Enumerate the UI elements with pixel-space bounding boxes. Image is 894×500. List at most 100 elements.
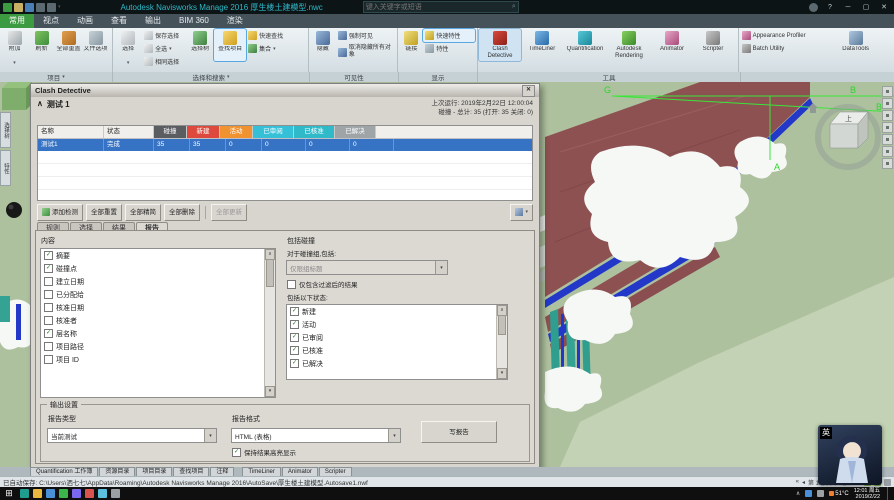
properties-button[interactable]: 特性 [423,42,475,55]
sets-button[interactable]: 集合 ▾ [246,42,294,55]
checkbox[interactable] [44,277,53,286]
list-item[interactable]: 项目路径 [41,340,265,353]
animator-button[interactable]: Animator [651,29,693,61]
keep-highlight-checkbox-row[interactable]: ✓ 保持结果高亮显示 [232,447,401,457]
write-report-button[interactable]: 写报告 [421,421,497,443]
col-header-clashes[interactable]: 碰撞 [154,126,187,138]
find-items-button[interactable]: 查找项目 [214,29,246,61]
collapse-chevron-icon[interactable]: ∧ [37,99,43,108]
checkbox[interactable]: ✓ [290,359,299,368]
dock-tab-resource-catalog[interactable]: 资源目录 [99,467,135,476]
ribbon-tab-animation[interactable]: 动画 [68,14,102,28]
start-button[interactable]: ⊞ [0,487,18,500]
tray-icon[interactable] [805,490,812,497]
scrollbar[interactable]: ∧ ▾ [264,249,275,397]
zoom-icon[interactable] [882,98,893,109]
selection-tree-button[interactable]: 选择树 [186,29,214,61]
compact-all-button[interactable]: 全部精简 [125,204,161,221]
refresh-button[interactable]: 刷新 [28,29,55,61]
datatools-button[interactable]: DataTools [836,29,876,61]
report-content-list[interactable]: ✓摘要 ✓碰撞点 建立日期 已分配给 核准日期 核准者 ✓层名称 项目路径 项目… [40,248,276,398]
require-button[interactable]: 强制可见 [336,29,394,42]
appearance-profiler-button[interactable]: Appearance Profiler [740,29,836,42]
list-item[interactable]: 已分配给 [41,288,265,301]
open-icon[interactable] [14,3,23,12]
orbit-icon[interactable] [882,110,893,121]
taskbar-app-icon[interactable] [59,489,68,498]
list-item[interactable]: 核准者 [41,314,265,327]
list-item[interactable]: ✓已解决 [287,357,497,370]
select-all-button[interactable]: 全选 ▾ [142,42,186,55]
timeliner-button[interactable]: TimeLiner [521,29,563,61]
walk-icon[interactable] [882,134,893,145]
scroll-down-icon[interactable]: ▾ [265,386,275,397]
show-desktop-button[interactable] [887,487,891,500]
test-row-selected[interactable]: 测试1 完成 35 35 0 0 0 0 [38,139,532,151]
list-item[interactable]: ✓新建 [287,305,497,318]
panel-options-button[interactable]: ▾ [510,204,533,221]
maximize-button[interactable]: ▢ [860,3,872,11]
status-include-list[interactable]: ✓新建 ✓活动 ✓已审阅 ✓已核准 ✓已解决 ∧ ▾ [286,304,508,380]
dock-tab-item-catalog[interactable]: 项目目录 [136,467,172,476]
cpu-temp-indicator[interactable]: 51°C [829,491,848,497]
undo-icon[interactable] [36,3,45,12]
page-first-icon[interactable]: « [796,479,799,485]
reset-all-tests-button[interactable]: 全部重置 [86,204,122,221]
scroll-thumb[interactable] [266,259,274,287]
taskbar-app-icon[interactable] [85,489,94,498]
dock-tab-timeliner[interactable]: TimeLiner [242,467,280,476]
col-header-active[interactable]: 活动 [220,126,253,138]
page-prev-icon[interactable]: ◂ [802,479,805,486]
taskbar-app-icon[interactable] [20,489,29,498]
ribbon-tab-bim360[interactable]: BIM 360 [170,14,218,28]
list-item[interactable]: ✓已审阅 [287,331,497,344]
file-options-button[interactable]: 文件选项 [82,29,109,61]
group-label-project[interactable]: 项目 ▾ [0,72,113,82]
help-icon[interactable]: ? [824,4,836,11]
save-icon[interactable] [25,3,34,12]
sign-in-icon[interactable] [809,3,818,12]
checkbox[interactable] [44,316,53,325]
nav-more-icon[interactable] [882,158,893,169]
scripter-button[interactable]: Scripter [693,29,733,61]
quick-access-caret-icon[interactable]: ▾ [58,4,61,10]
report-format-select[interactable]: HTML (表格) ▾ [231,428,401,443]
checkbox[interactable]: ✓ [290,320,299,329]
batch-utility-button[interactable]: Batch Utility [740,42,836,55]
add-test-button[interactable]: 添加检测 [37,204,83,221]
checkbox[interactable]: ✓ [44,329,53,338]
group-label-select-search[interactable]: 选择和搜索 ▾ [113,72,310,82]
tray-expand-icon[interactable]: ∧ [796,490,800,497]
quick-find-button[interactable]: 快速查找 [246,29,294,42]
taskbar-browser-icon[interactable] [46,489,55,498]
ribbon-tab-output[interactable]: 输出 [136,14,170,28]
col-header-new[interactable]: 新建 [187,126,220,138]
search-input[interactable] [366,3,512,12]
filtered-results-checkbox-row[interactable]: 仅包含过滤后的结果 [287,279,530,289]
delete-all-button[interactable]: 全部删除 [164,204,200,221]
empty-row[interactable] [38,177,532,190]
checkbox[interactable]: ✓ [290,307,299,316]
dock-tab-find-items[interactable]: 查找项目 [173,467,209,476]
ime-skin-widget[interactable]: 英 [818,425,882,485]
save-selection-button[interactable]: 保存选择 [142,29,186,42]
col-header-name[interactable]: 名称 [38,126,104,138]
app-icon[interactable] [3,3,12,12]
taskbar-app-icon[interactable] [111,489,120,498]
vertical-tab-selection-tree[interactable]: 选择树 [0,112,11,148]
list-item[interactable]: ✓摘要 [41,249,265,262]
redo-icon[interactable] [47,3,56,12]
checkbox[interactable] [44,342,53,351]
col-header-status[interactable]: 状态 [104,126,154,138]
list-item[interactable]: ✓层名称 [41,327,265,340]
clash-panel-close-button[interactable]: ✕ [522,85,535,97]
col-header-reviewed[interactable]: 已审阅 [253,126,294,138]
hide-button[interactable]: 隐藏 [310,29,336,61]
list-item[interactable]: 核准日期 [41,301,265,314]
ribbon-tab-render[interactable]: 渲染 [218,14,252,28]
list-item[interactable]: 建立日期 [41,275,265,288]
ribbon-tab-viewpoint[interactable]: 视点 [34,14,68,28]
clash-panel-titlebar[interactable]: Clash Detective ✕ [31,84,539,97]
taskbar-folder-icon[interactable] [33,489,42,498]
checkbox[interactable]: ✓ [232,448,241,457]
